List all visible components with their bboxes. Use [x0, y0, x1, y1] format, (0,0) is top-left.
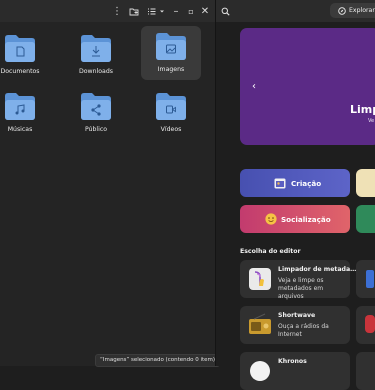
category-criacao[interactable]: Criação	[240, 169, 350, 197]
category-tile-partial[interactable]	[356, 169, 375, 197]
category-label: Socialização	[281, 214, 331, 224]
compass-icon	[338, 6, 346, 15]
menu-kebab-icon[interactable]: ⋮	[112, 3, 122, 19]
metadata-cleaner-icon	[249, 268, 271, 290]
category-socializacao[interactable]: Socialização	[240, 205, 350, 233]
maximize-icon[interactable]: ▫	[186, 3, 196, 19]
clock-icon	[250, 361, 270, 381]
folder-document-icon	[5, 35, 35, 62]
app-description: Veja e limpe os metadados em arquivos	[278, 277, 324, 300]
app-icon	[366, 270, 374, 288]
app-card-partial[interactable]	[356, 306, 375, 344]
featured-app-subtitle: Ve	[368, 118, 375, 124]
folder-label: Imagens	[157, 66, 185, 73]
folder-label: Documentos	[0, 68, 40, 75]
folder-image-icon	[156, 33, 186, 60]
folder-videos[interactable]: Vídeos	[141, 86, 201, 138]
folder-publico[interactable]: Público	[66, 86, 126, 138]
selection-status-bar: “Imagens” selecionado (contendo 0 item)	[95, 354, 221, 367]
app-description: Ouça a rádios da Internet	[278, 323, 329, 338]
featured-app-title: Limp	[350, 103, 375, 116]
new-folder-icon[interactable]	[127, 3, 141, 19]
app-card[interactable]: Shortwave Ouça a rádios da Internet	[240, 306, 350, 344]
search-icon[interactable]	[219, 3, 231, 19]
folder-musicas[interactable]: Músicas	[0, 86, 50, 138]
creation-icon	[274, 178, 286, 189]
folder-label: Vídeos	[160, 126, 182, 133]
smile-emoji-icon	[265, 213, 277, 225]
explore-tab-button[interactable]: Explorar	[330, 3, 375, 18]
close-icon[interactable]: ✕	[200, 3, 210, 19]
explore-label: Explorar	[349, 7, 375, 14]
category-tile-partial[interactable]	[356, 205, 375, 233]
app-title: Shortwave	[278, 312, 316, 319]
app-card-partial[interactable]	[356, 352, 375, 390]
category-label: Criação	[291, 178, 322, 188]
folder-imagens[interactable]: Imagens	[141, 26, 201, 80]
editors-choice-heading: Escolha do editor	[240, 248, 301, 255]
folder-share-icon	[81, 93, 111, 120]
app-title: Khronos	[278, 358, 307, 365]
app-icon	[365, 315, 375, 333]
minimize-icon[interactable]: –	[171, 3, 181, 19]
featured-banner[interactable]: ‹ Limp Ve	[240, 28, 375, 145]
chevron-left-icon[interactable]: ‹	[252, 81, 256, 92]
folder-download-icon	[81, 35, 111, 62]
folder-label: Público	[84, 126, 108, 133]
folder-video-icon	[156, 93, 186, 120]
app-title: Limpador de metada…	[278, 266, 357, 273]
folder-downloads[interactable]: Downloads	[66, 28, 126, 80]
folder-music-icon	[5, 93, 35, 120]
folder-label: Downloads	[79, 68, 113, 75]
radio-icon	[249, 313, 271, 334]
view-options-button[interactable]	[145, 3, 167, 19]
folder-label: Músicas	[7, 126, 33, 133]
file-manager-headerbar: ⋮ – ▫ ✕	[0, 0, 215, 22]
app-card[interactable]: Limpador de metada… Veja e limpe os meta…	[240, 260, 356, 300]
app-card[interactable]: Khronos	[240, 352, 350, 390]
folder-documentos[interactable]: Documentos	[0, 28, 50, 80]
app-card-partial[interactable]	[356, 260, 375, 298]
